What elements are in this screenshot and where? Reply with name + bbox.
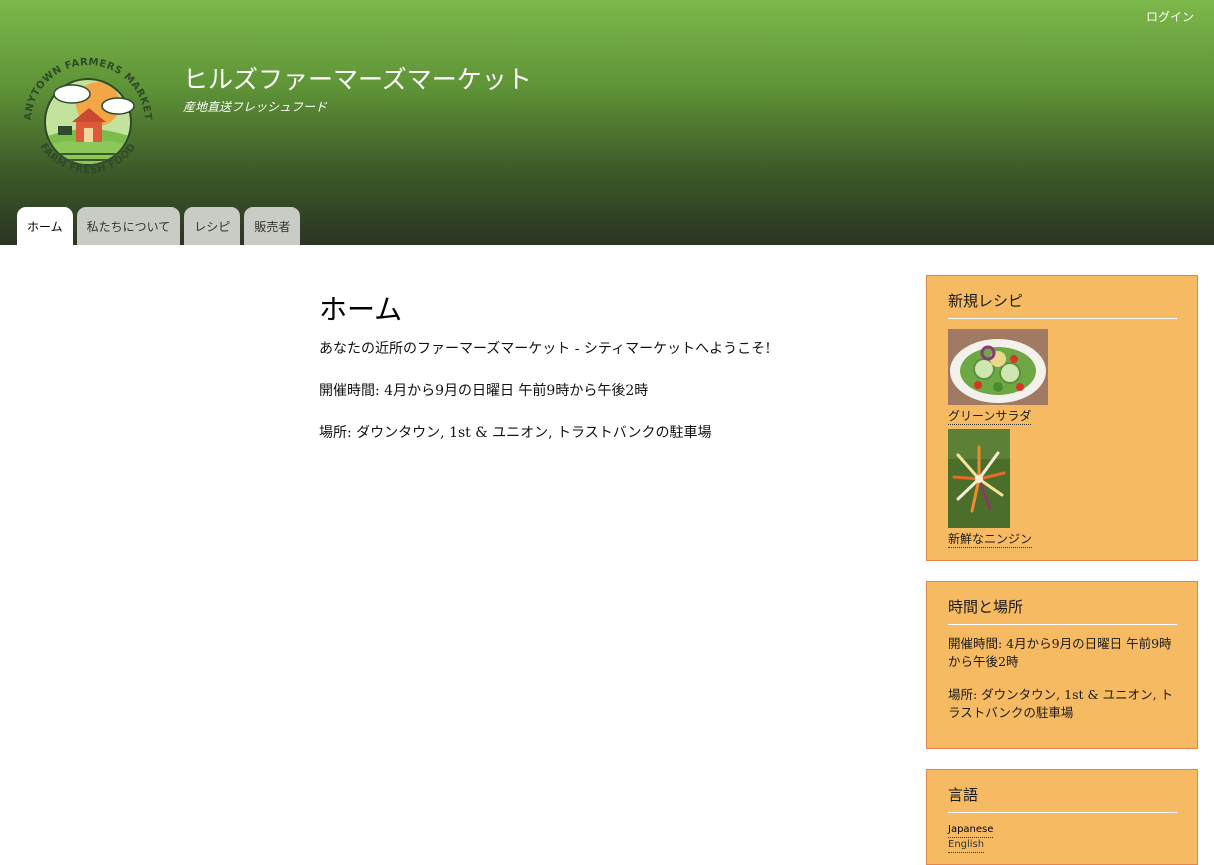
hours-location-title: 時間と場所 [948, 596, 1177, 625]
tab-recipes[interactable]: レシピ [184, 207, 241, 245]
main-content: ホーム あなたの近所のファーマーズマーケット - シティマーケットへようこそ! … [319, 288, 899, 464]
site-name[interactable]: ヒルズファーマーズマーケット [183, 60, 532, 96]
language-title: 言語 [948, 784, 1177, 813]
recipe-item-fresh-carrots[interactable]: 新鮮なニンジン [948, 429, 1177, 548]
sidebar-hours-text: 開催時間: 4月から9月の日曜日 午前9時から午後2時 [948, 636, 1172, 669]
language-english-link[interactable]: English [948, 838, 985, 853]
language-block: 言語 Japanese English [926, 769, 1198, 865]
site-logo[interactable]: ANYTOWN FARMERS MARKET FARM FRESH FOOD [16, 46, 161, 196]
welcome-text: あなたの近所のファーマーズマーケット - シティマーケットへようこそ! [319, 341, 771, 357]
tab-home[interactable]: ホーム [17, 207, 73, 245]
login-link[interactable]: ログイン [1146, 8, 1194, 25]
main-tabs: ホーム 私たちについて レシピ 販売者 [17, 207, 301, 245]
hours-text: 開催時間: 4月から9月の日曜日 午前9時から午後2時 [319, 383, 649, 399]
recipe-caption-fresh-carrots[interactable]: 新鮮なニンジン [948, 532, 1033, 548]
language-japanese-link[interactable]: Japanese [948, 823, 994, 838]
new-recipes-title: 新規レシピ [948, 290, 1177, 319]
sidebar-location-text: 場所: ダウンタウン, 1st & ユニオン, トラストバンクの駐車場 [948, 687, 1174, 720]
site-slogan: 産地直送フレッシュフード [183, 100, 328, 114]
location-text: 場所: ダウンタウン, 1st & ユニオン, トラストバンクの駐車場 [319, 425, 712, 441]
carrots-photo-icon [948, 429, 1010, 528]
tab-about-us[interactable]: 私たちについて [76, 207, 181, 245]
recipe-item-green-salad[interactable]: グリーンサラダ [948, 329, 1177, 425]
new-recipes-block: 新規レシピ グリーンサラダ 新鮮なニンジン [926, 275, 1198, 561]
recipe-caption-green-salad[interactable]: グリーンサラダ [948, 409, 1032, 425]
hours-location-block: 時間と場所 開催時間: 4月から9月の日曜日 午前9時から午後2時 場所: ダウ… [926, 581, 1198, 749]
tab-vendors[interactable]: 販売者 [244, 207, 301, 245]
salad-photo-icon [948, 329, 1048, 405]
site-header: ログイン ANYTOWN FARMERS MARKET FARM FRESH F… [0, 0, 1214, 245]
page-title: ホーム [319, 293, 403, 326]
farmers-market-logo-icon: ANYTOWN FARMERS MARKET FARM FRESH FOOD [23, 57, 153, 176]
